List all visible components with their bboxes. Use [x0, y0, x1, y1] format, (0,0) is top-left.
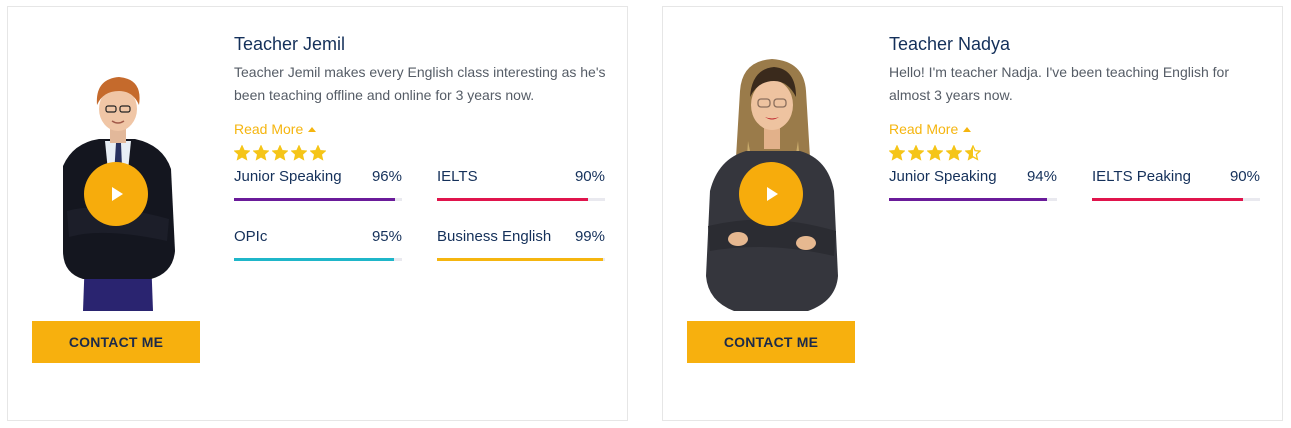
read-more-label: Read More	[889, 121, 959, 137]
skill-progress-bar	[234, 258, 402, 261]
skill-label: OPIc	[234, 228, 268, 245]
star-full-icon	[253, 145, 269, 161]
teacher-card-jemil: CONTACT ME Teacher Jemil Teacher Jemil m…	[7, 6, 628, 421]
skill-label: Junior Speaking	[889, 168, 997, 185]
star-full-icon	[908, 145, 924, 161]
skill-label: Junior Speaking	[234, 168, 342, 185]
teacher-card-nadya: CONTACT ME Teacher Nadya Hello! I'm teac…	[662, 6, 1283, 421]
play-icon	[767, 187, 778, 201]
caret-up-icon	[308, 126, 317, 132]
skill-progress-fill	[234, 258, 394, 261]
star-full-icon	[272, 145, 288, 161]
star-full-icon	[927, 145, 943, 161]
skill-junior-speaking: Junior Speaking 96%	[234, 167, 402, 201]
star-rating	[889, 145, 1261, 161]
star-full-icon	[234, 145, 250, 161]
skill-label: IELTS Peaking	[1092, 168, 1191, 185]
read-more-link[interactable]: Read More	[234, 121, 317, 137]
skill-progress-bar	[437, 198, 605, 201]
star-full-icon	[291, 145, 307, 161]
skill-value: 90%	[1229, 168, 1260, 185]
teacher-bio: Hello! I'm teacher Nadja. I've been teac…	[889, 64, 1229, 103]
skill-label: Business English	[437, 228, 552, 245]
caret-up-icon	[963, 126, 972, 132]
skill-business-english: Business English 99%	[437, 227, 605, 261]
skill-progress-fill	[234, 198, 396, 201]
skill-progress-bar	[889, 198, 1057, 201]
read-more-link[interactable]: Read More	[889, 121, 972, 137]
star-full-icon	[889, 145, 905, 161]
skill-ielts: IELTS 90%	[437, 167, 605, 201]
skill-junior-speaking: Junior Speaking 94%	[889, 167, 1057, 201]
skill-opic: OPIc 95%	[234, 227, 402, 261]
teacher-info: Teacher Nadya Hello! I'm teacher Nadja. …	[889, 33, 1261, 201]
skill-progress-fill	[889, 198, 1047, 201]
star-half-icon	[965, 145, 981, 161]
play-video-button[interactable]	[739, 162, 803, 226]
skill-value: 94%	[1026, 168, 1057, 185]
skill-value: 90%	[574, 168, 605, 185]
contact-me-button[interactable]: CONTACT ME	[687, 321, 855, 363]
skill-progress-bar	[1092, 198, 1260, 201]
play-video-button[interactable]	[84, 162, 148, 226]
skill-progress-bar	[234, 198, 402, 201]
skill-value: 96%	[371, 168, 402, 185]
play-icon	[112, 187, 123, 201]
skill-progress-fill	[437, 198, 589, 201]
read-more-label: Read More	[234, 121, 304, 137]
teacher-bio: Teacher Jemil makes every English class …	[234, 64, 606, 103]
star-full-icon	[310, 145, 326, 161]
teacher-name: Teacher Nadya	[889, 34, 1011, 54]
star-rating	[234, 145, 606, 161]
star-full-icon	[946, 145, 962, 161]
skill-value: 99%	[574, 228, 605, 245]
teacher-info: Teacher Jemil Teacher Jemil makes every …	[234, 33, 606, 261]
teacher-name: Teacher Jemil	[234, 34, 346, 54]
skill-progress-fill	[437, 258, 604, 261]
skill-ielts-peaking: IELTS Peaking 90%	[1092, 167, 1260, 201]
skill-label: IELTS	[437, 168, 478, 185]
skill-progress-bar	[437, 258, 605, 261]
contact-me-button[interactable]: CONTACT ME	[32, 321, 200, 363]
skill-progress-fill	[1092, 198, 1244, 201]
skill-value: 95%	[371, 228, 402, 245]
